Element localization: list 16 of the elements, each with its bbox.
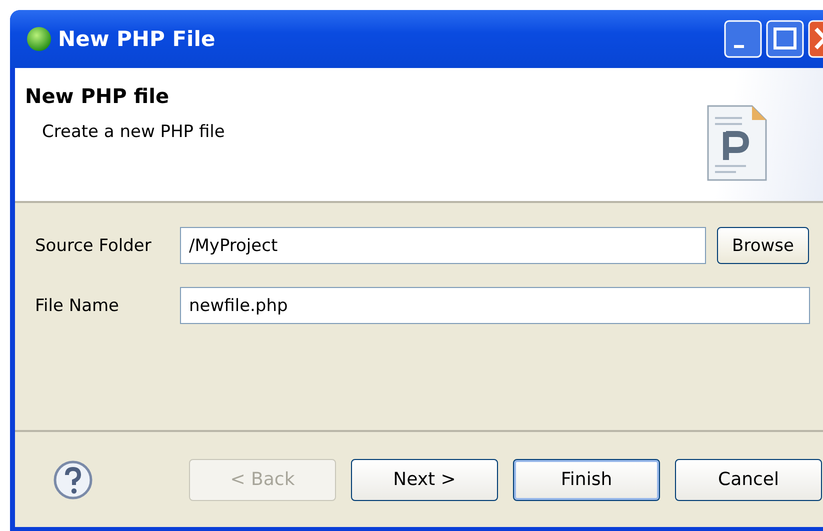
dialog-button[interactable]: Cancel bbox=[675, 458, 822, 500]
dialog-button[interactable]: Finish bbox=[513, 458, 660, 500]
php-file-icon bbox=[706, 104, 768, 182]
browse-button[interactable]: Browse bbox=[717, 227, 809, 264]
text-field[interactable]: /MyProject bbox=[180, 227, 706, 264]
globe-icon bbox=[26, 26, 52, 52]
field-label: Source Folder bbox=[35, 236, 152, 256]
maximize-button[interactable] bbox=[766, 20, 804, 58]
help-icon[interactable] bbox=[53, 460, 93, 500]
text-field[interactable]: newfile.php bbox=[180, 287, 810, 324]
window-title: New PHP File bbox=[58, 27, 216, 51]
minimize-button[interactable] bbox=[724, 20, 762, 58]
page-title: New PHP file bbox=[25, 84, 170, 108]
dialog-button[interactable]: Next > bbox=[351, 458, 498, 500]
page-description: Create a new PHP file bbox=[42, 122, 225, 142]
field-label: File Name bbox=[35, 296, 120, 316]
